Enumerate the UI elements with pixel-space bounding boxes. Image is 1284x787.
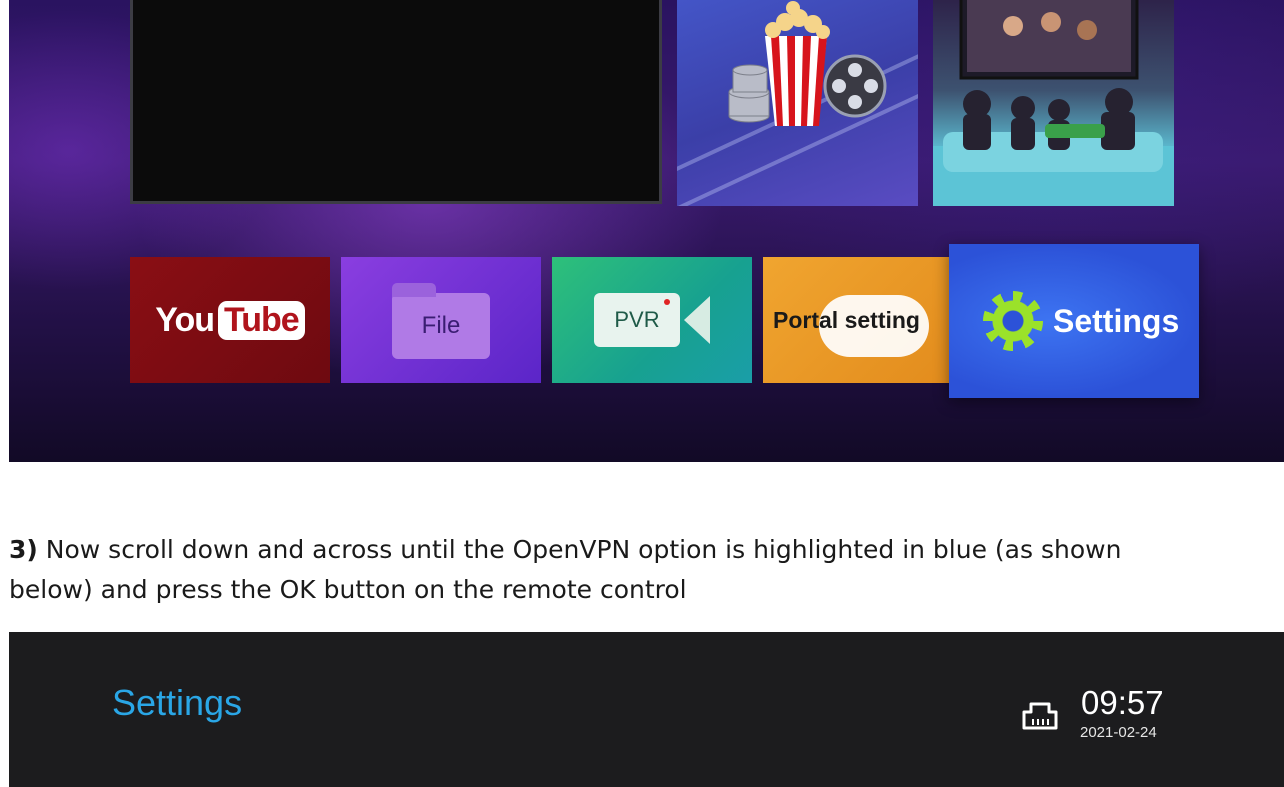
instruction-text-line-1: Now scroll down and across until the Ope… (37, 535, 1122, 564)
settings-tile-label: Settings (1053, 302, 1180, 339)
record-dot-icon (664, 299, 670, 305)
movies-poster-tile[interactable] (677, 0, 918, 206)
folder-icon: File (392, 283, 490, 359)
pvr-app-tile[interactable]: PVR (552, 257, 752, 383)
youtube-logo-text-you: You (155, 300, 215, 339)
file-app-tile[interactable]: File (341, 257, 541, 383)
portal-setting-app-tile[interactable]: Portal setting (763, 257, 963, 383)
file-tile-label: File (421, 312, 461, 339)
ethernet-icon (1022, 702, 1058, 730)
live-tv-poster-tile[interactable] (933, 0, 1174, 206)
step-number: 3) (9, 535, 38, 564)
settings-page-title: Settings (112, 682, 243, 723)
youtube-logo-text-tube: Tube (218, 300, 305, 340)
gear-icon (983, 291, 1043, 351)
portal-setting-tile-label: Portal setting (773, 306, 920, 333)
pvr-tile-label: PVR (614, 307, 660, 332)
video-camera-icon: PVR (594, 293, 680, 347)
youtube-app-tile[interactable]: You Tube (130, 257, 330, 383)
settings-app-tile-focused[interactable]: Settings (949, 244, 1199, 398)
instruction-paragraph: 3) Now scroll down and across until the … (9, 530, 1284, 610)
popcorn-film-illustration (677, 1, 918, 206)
clock-date: 2021-02-24 (1080, 724, 1157, 741)
instruction-text-line-2: below) and press the OK button on the re… (9, 575, 687, 604)
clock-time: 09:57 (1081, 684, 1164, 721)
launcher-screenshot: You Tube File PVR Portal setting Setting… (9, 0, 1284, 462)
settings-screen-screenshot: Settings 09:57 2021-02-24 (9, 632, 1284, 787)
instruction-line-1: 3) Now scroll down and across until the … (9, 530, 1284, 570)
camera-lens-icon (684, 296, 710, 344)
video-preview-pane (130, 0, 662, 204)
family-watching-tv-illustration (933, 0, 1174, 206)
